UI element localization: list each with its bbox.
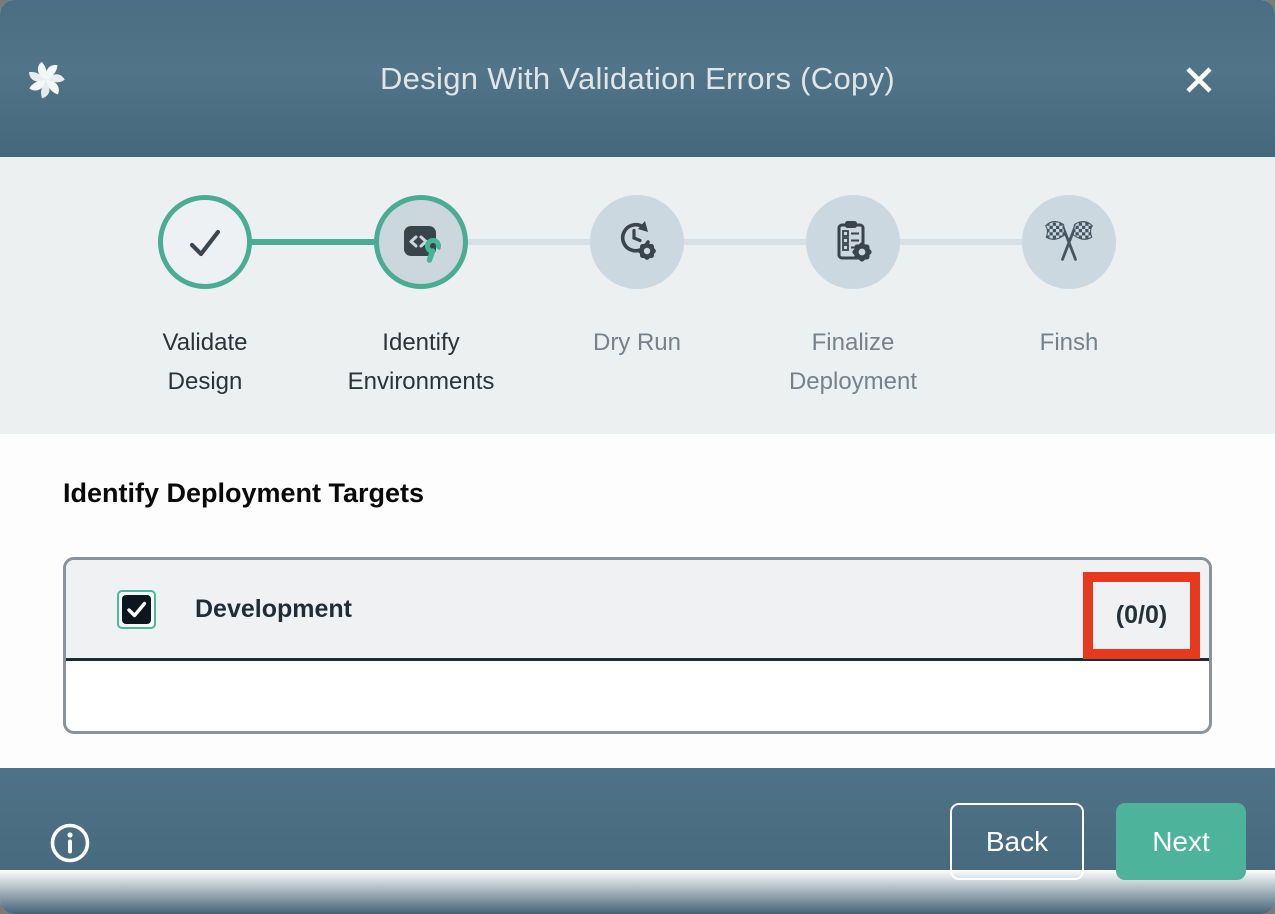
deployment-wizard-dialog: Design With Validation Errors (Copy) Val…	[0, 0, 1275, 914]
step-label-validate-design: Validate Design	[130, 323, 280, 401]
step-label-dry-run: Dry Run	[562, 323, 712, 362]
deployment-targets-box: Development (0/0)	[63, 557, 1212, 734]
dialog-footer: Back Next	[0, 768, 1275, 914]
info-icon	[67, 832, 72, 837]
checkmark-icon	[181, 218, 229, 266]
stepper-connector-pending	[421, 239, 1069, 245]
code-window-wrench-icon	[396, 217, 446, 267]
annotation-highlight-box: (0/0)	[1083, 572, 1200, 659]
step-label-finish: Finsh	[994, 323, 1144, 362]
wizard-stepper: Validate Design Identify Environments	[0, 157, 1275, 434]
step-finish	[1022, 195, 1116, 289]
target-count: (0/0)	[1116, 601, 1167, 630]
clipboard-gear-icon	[828, 217, 878, 267]
step-label-finalize-deployment: Finalize Deployment	[778, 323, 928, 401]
check-icon	[122, 595, 151, 624]
section-heading: Identify Deployment Targets	[63, 478, 424, 509]
target-row-development: Development (0/0)	[66, 560, 1209, 661]
back-button[interactable]: Back	[950, 803, 1084, 880]
checkered-flags-icon	[1043, 216, 1095, 268]
step-label-identify-environments: Identify Environments	[346, 323, 496, 401]
dialog-header: Design With Validation Errors (Copy)	[0, 0, 1275, 157]
close-button[interactable]	[1180, 61, 1218, 99]
checkbox-fill	[122, 595, 151, 624]
step-validate-design	[158, 195, 252, 289]
development-checkbox[interactable]	[117, 590, 156, 629]
step-finalize-deployment	[806, 195, 900, 289]
step-dry-run	[590, 195, 684, 289]
next-button[interactable]: Next	[1116, 803, 1246, 880]
close-icon	[1181, 62, 1217, 98]
step-identify-environments	[374, 195, 468, 289]
info-button[interactable]	[48, 821, 92, 865]
history-gear-icon	[612, 217, 662, 267]
target-name: Development	[195, 595, 352, 624]
dialog-title: Design With Validation Errors (Copy)	[0, 61, 1275, 97]
